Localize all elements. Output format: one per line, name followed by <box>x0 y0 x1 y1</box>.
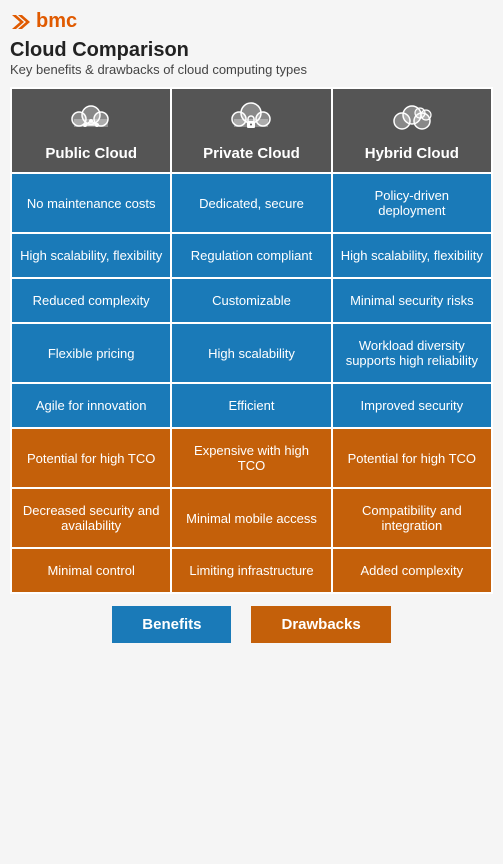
bmc-chevron-icon <box>10 11 32 33</box>
private-cloud-icon <box>178 99 324 141</box>
bmc-logo: bmc <box>10 10 493 33</box>
cell-r3-c2: Workload diversity supports high reliabi… <box>332 323 492 383</box>
cell-r5-c2: Potential for high TCO <box>332 428 492 488</box>
cell-r1-c0: High scalability, flexibility <box>11 233 171 278</box>
col-header-hybrid: Hybrid Cloud <box>332 88 492 173</box>
cell-r6-c0: Decreased security and availability <box>11 488 171 548</box>
table-row: Flexible pricingHigh scalabilityWorkload… <box>11 323 492 383</box>
cell-r0-c1: Dedicated, secure <box>171 173 331 233</box>
comparison-table: Public Cloud Private Cloud Hybrid Cloud … <box>10 87 493 594</box>
benefits-button[interactable]: Benefits <box>112 606 231 643</box>
table-row: Decreased security and availabilityMinim… <box>11 488 492 548</box>
table-row: High scalability, flexibilityRegulation … <box>11 233 492 278</box>
title-section: Cloud Comparison Key benefits & drawback… <box>10 39 493 77</box>
cell-r1-c1: Regulation compliant <box>171 233 331 278</box>
table-row: Reduced complexityCustomizableMinimal se… <box>11 278 492 323</box>
drawbacks-button[interactable]: Drawbacks <box>251 606 390 643</box>
col-header-private: Private Cloud <box>171 88 331 173</box>
col-label-hybrid: Hybrid Cloud <box>365 145 459 162</box>
cell-r7-c1: Limiting infrastructure <box>171 548 331 593</box>
table-row: Agile for innovationEfficientImproved se… <box>11 383 492 428</box>
cell-r6-c1: Minimal mobile access <box>171 488 331 548</box>
table-row: Minimal controlLimiting infrastructureAd… <box>11 548 492 593</box>
cell-r6-c2: Compatibility and integration <box>332 488 492 548</box>
public-cloud-icon <box>18 99 164 141</box>
cell-r5-c1: Expensive with high TCO <box>171 428 331 488</box>
col-header-public: Public Cloud <box>11 88 171 173</box>
logo-text: bmc <box>36 10 77 33</box>
cell-r4-c1: Efficient <box>171 383 331 428</box>
cell-r4-c2: Improved security <box>332 383 492 428</box>
cell-r2-c0: Reduced complexity <box>11 278 171 323</box>
page-title: Cloud Comparison <box>10 39 493 62</box>
table-row: Potential for high TCOExpensive with hig… <box>11 428 492 488</box>
cell-r0-c0: No maintenance costs <box>11 173 171 233</box>
cell-r3-c1: High scalability <box>171 323 331 383</box>
cell-r7-c2: Added complexity <box>332 548 492 593</box>
cell-r0-c2: Policy-driven deployment <box>332 173 492 233</box>
cell-r4-c0: Agile for innovation <box>11 383 171 428</box>
col-label-private: Private Cloud <box>203 145 300 162</box>
col-label-public: Public Cloud <box>45 145 137 162</box>
cell-r2-c2: Minimal security risks <box>332 278 492 323</box>
cell-r3-c0: Flexible pricing <box>11 323 171 383</box>
page-subtitle: Key benefits & drawbacks of cloud comput… <box>10 62 493 77</box>
table-row: No maintenance costsDedicated, securePol… <box>11 173 492 233</box>
legend-row: Benefits Drawbacks <box>10 606 493 643</box>
hybrid-cloud-icon <box>339 99 485 141</box>
cell-r1-c2: High scalability, flexibility <box>332 233 492 278</box>
cell-r7-c0: Minimal control <box>11 548 171 593</box>
cell-r5-c0: Potential for high TCO <box>11 428 171 488</box>
cell-r2-c1: Customizable <box>171 278 331 323</box>
